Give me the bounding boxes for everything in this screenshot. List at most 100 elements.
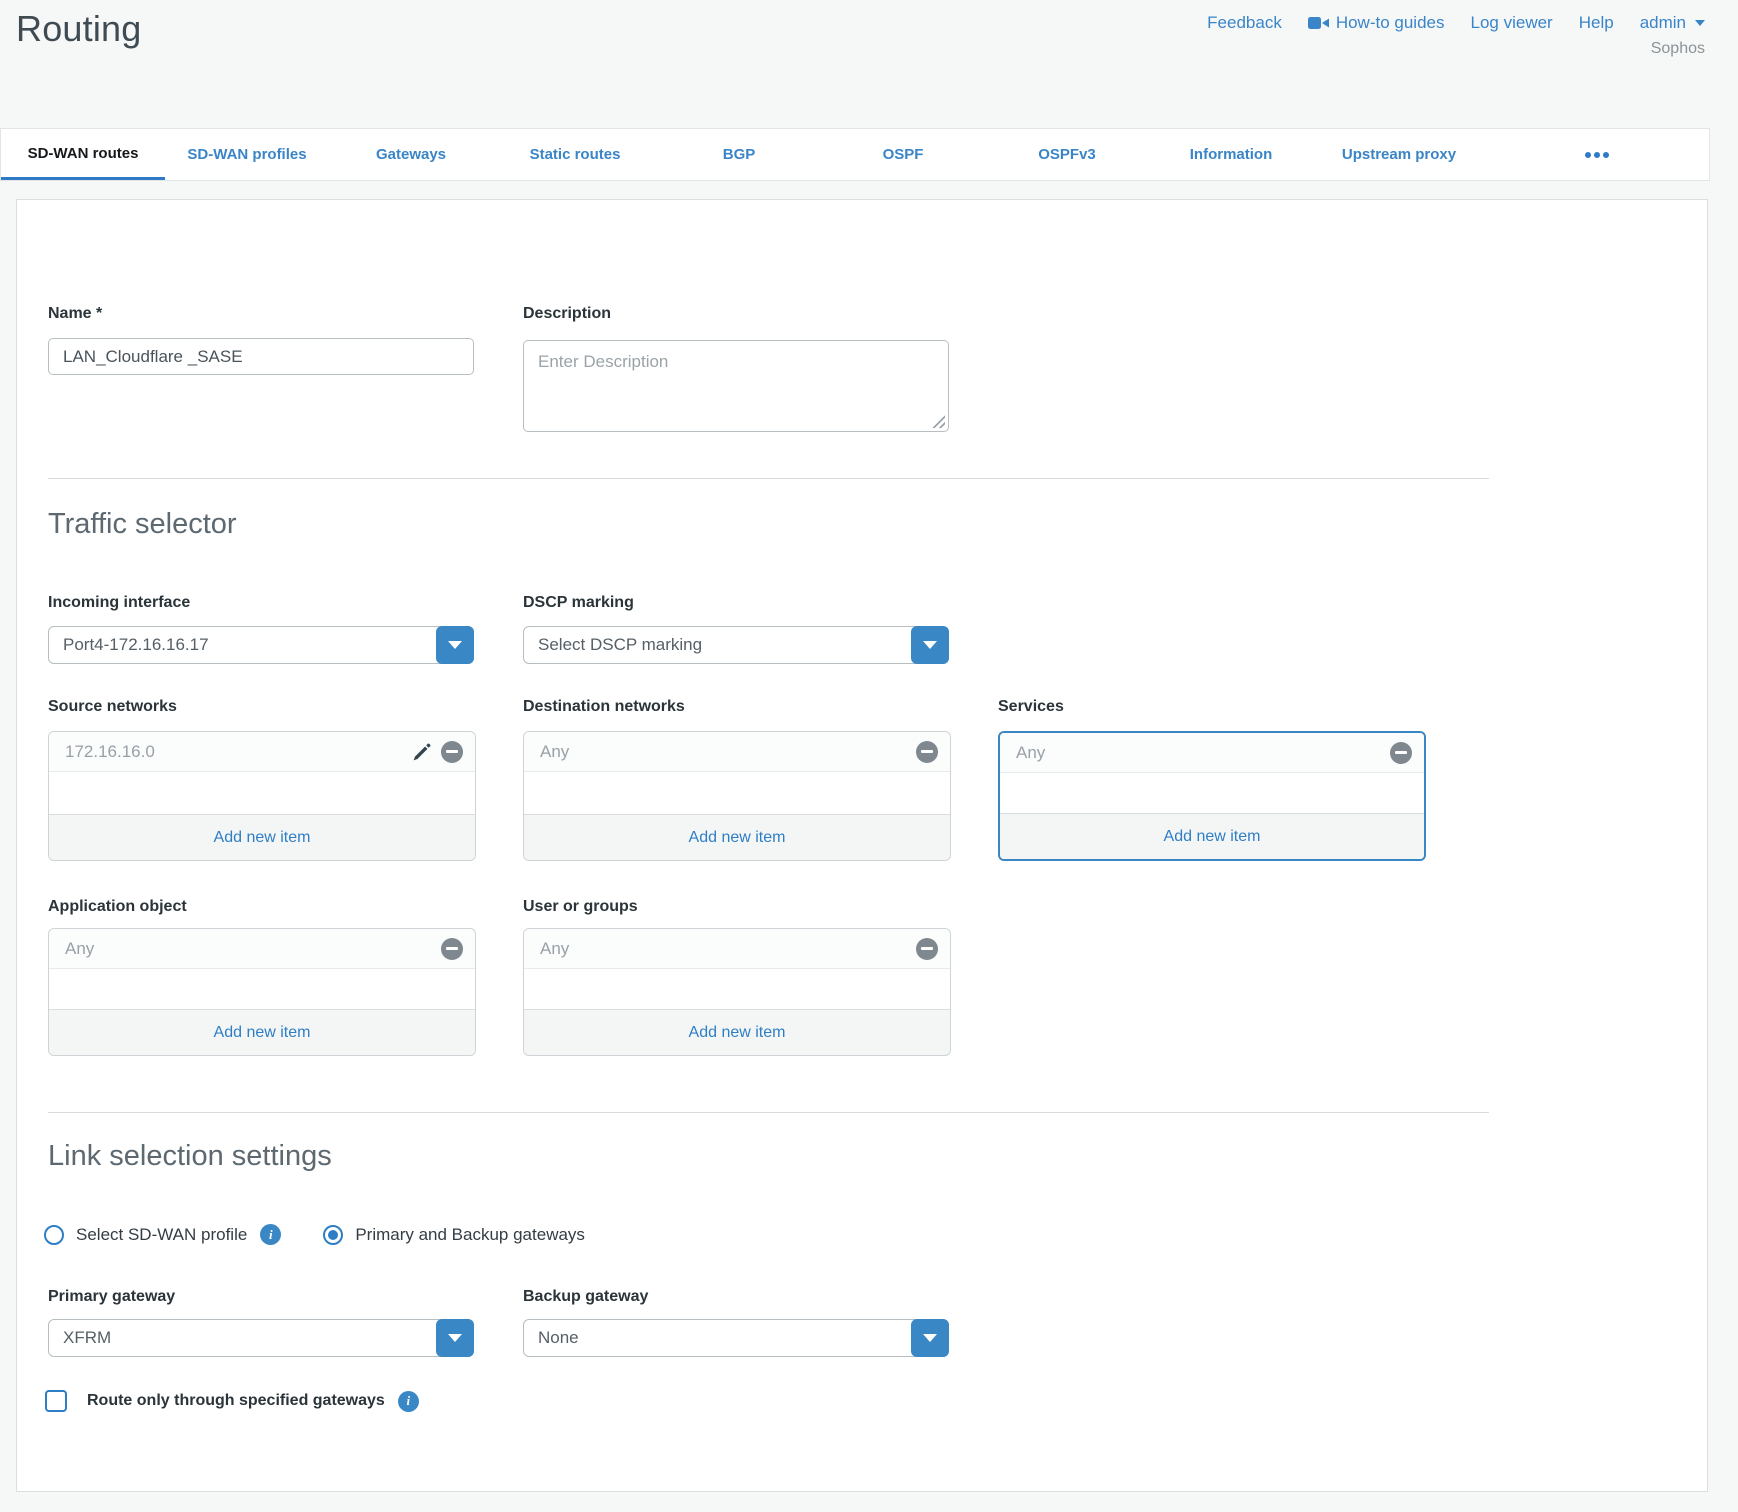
tab-information[interactable]: Information <box>1149 129 1313 180</box>
list-item: Any <box>524 929 950 969</box>
more-tabs-button[interactable] <box>1485 129 1709 180</box>
user-or-groups-box: Any Add new item <box>523 928 951 1056</box>
destination-networks-box: Any Add new item <box>523 731 951 861</box>
remove-item-icon[interactable] <box>916 741 938 763</box>
list-item-value: Any <box>540 939 569 959</box>
radio-icon[interactable] <box>44 1225 64 1245</box>
dscp-marking-label: DSCP marking <box>523 594 634 612</box>
radio-label: Select SD-WAN profile <box>76 1225 247 1245</box>
add-new-item-button[interactable]: Add new item <box>524 1009 950 1055</box>
info-icon[interactable]: i <box>398 1391 419 1412</box>
tab-ospfv3[interactable]: OSPFv3 <box>985 129 1149 180</box>
radio-icon[interactable] <box>323 1225 343 1245</box>
services-label: Services <box>998 698 1064 716</box>
tab-bar: SD-WAN routes SD-WAN profiles Gateways S… <box>0 128 1710 181</box>
list-item: Any <box>524 732 950 772</box>
log-viewer-link[interactable]: Log viewer <box>1471 13 1553 33</box>
required-asterisk: * <box>96 305 102 322</box>
traffic-selector-heading: Traffic selector <box>48 508 237 541</box>
description-field-wrap <box>523 340 949 432</box>
header-links: Feedback How-to guides Log viewer Help a… <box>1207 13 1705 33</box>
radio-label: Primary and Backup gateways <box>355 1225 585 1245</box>
log-viewer-label: Log viewer <box>1471 13 1553 33</box>
tab-static-routes[interactable]: Static routes <box>493 129 657 180</box>
divider <box>48 1112 1489 1113</box>
source-networks-box: 172.16.16.0 Add new item <box>48 731 476 861</box>
add-new-item-button[interactable]: Add new item <box>49 814 475 860</box>
primary-gateway-label: Primary gateway <box>48 1288 175 1306</box>
caret-down-icon <box>448 641 462 649</box>
list-item-value: 172.16.16.0 <box>65 742 155 762</box>
edit-pencil-icon[interactable] <box>412 742 432 762</box>
page-title: Routing <box>16 8 141 50</box>
list-item: Any <box>49 929 475 969</box>
howto-guides-link[interactable]: How-to guides <box>1308 13 1445 33</box>
sdwan-route-form-panel: Name * Description Traffic selector Inco… <box>16 199 1708 1492</box>
tab-bgp[interactable]: BGP <box>657 129 821 180</box>
route-only-checkbox-row[interactable]: Route only through specified gateways i <box>45 1390 419 1412</box>
incoming-interface-value: Port4-172.16.16.17 <box>49 635 436 655</box>
radio-option-primary-backup[interactable]: Primary and Backup gateways <box>323 1225 585 1245</box>
add-new-item-button[interactable]: Add new item <box>524 814 950 860</box>
checkbox-label: Route only through specified gateways <box>87 1392 385 1410</box>
destination-networks-label: Destination networks <box>523 698 685 716</box>
tab-ospf[interactable]: OSPF <box>821 129 985 180</box>
backup-gateway-select[interactable]: None <box>523 1319 949 1357</box>
name-label-text: Name <box>48 305 92 322</box>
feedback-link[interactable]: Feedback <box>1207 13 1282 33</box>
primary-gateway-value: XFRM <box>49 1328 436 1348</box>
add-new-item-button[interactable]: Add new item <box>1000 813 1424 859</box>
incoming-interface-select[interactable]: Port4-172.16.16.17 <box>48 626 474 664</box>
link-selection-heading: Link selection settings <box>48 1140 332 1173</box>
help-label: Help <box>1579 13 1614 33</box>
tab-sdwan-profiles[interactable]: SD-WAN profiles <box>165 129 329 180</box>
radio-option-sdwan-profile[interactable]: Select SD-WAN profile i <box>44 1224 281 1245</box>
remove-item-icon[interactable] <box>916 938 938 960</box>
help-link[interactable]: Help <box>1579 13 1614 33</box>
list-item: 172.16.16.0 <box>49 732 475 772</box>
source-networks-label: Source networks <box>48 698 177 716</box>
description-textarea[interactable] <box>523 340 949 432</box>
dropdown-button[interactable] <box>911 1319 949 1357</box>
list-item-value: Any <box>1016 743 1045 763</box>
dropdown-button[interactable] <box>436 626 474 664</box>
application-object-label: Application object <box>48 898 187 916</box>
admin-menu[interactable]: admin <box>1640 13 1705 33</box>
ellipsis-icon <box>1585 152 1591 158</box>
account-name: Sophos <box>1651 40 1705 58</box>
application-object-box: Any Add new item <box>48 928 476 1056</box>
caret-down-icon <box>448 1334 462 1342</box>
list-item: Any <box>1000 733 1424 773</box>
list-item-value: Any <box>540 742 569 762</box>
remove-item-icon[interactable] <box>441 938 463 960</box>
tab-sdwan-routes[interactable]: SD-WAN routes <box>1 129 165 180</box>
backup-gateway-value: None <box>524 1328 911 1348</box>
add-new-item-button[interactable]: Add new item <box>49 1009 475 1055</box>
chevron-down-icon <box>1695 20 1705 26</box>
user-or-groups-label: User or groups <box>523 898 638 916</box>
remove-item-icon[interactable] <box>1390 742 1412 764</box>
caret-down-icon <box>923 641 937 649</box>
name-label: Name * <box>48 305 102 323</box>
video-camera-icon <box>1308 16 1329 30</box>
tab-gateways[interactable]: Gateways <box>329 129 493 180</box>
incoming-interface-label: Incoming interface <box>48 594 190 612</box>
admin-menu-label: admin <box>1640 13 1686 33</box>
dropdown-button[interactable] <box>911 626 949 664</box>
primary-gateway-select[interactable]: XFRM <box>48 1319 474 1357</box>
dscp-marking-select[interactable]: Select DSCP marking <box>523 626 949 664</box>
checkbox-icon[interactable] <box>45 1390 67 1412</box>
tab-upstream-proxy[interactable]: Upstream proxy <box>1313 129 1485 180</box>
link-selection-radio-group: Select SD-WAN profile i Primary and Back… <box>44 1224 585 1245</box>
dropdown-button[interactable] <box>436 1319 474 1357</box>
list-item-value: Any <box>65 939 94 959</box>
howto-guides-label: How-to guides <box>1336 13 1445 33</box>
remove-item-icon[interactable] <box>441 741 463 763</box>
divider <box>48 478 1489 479</box>
name-input[interactable] <box>48 338 474 375</box>
feedback-link-label: Feedback <box>1207 13 1282 33</box>
description-label: Description <box>523 305 611 323</box>
info-icon[interactable]: i <box>260 1224 281 1245</box>
dscp-marking-value: Select DSCP marking <box>524 635 911 655</box>
services-box: Any Add new item <box>998 731 1426 861</box>
